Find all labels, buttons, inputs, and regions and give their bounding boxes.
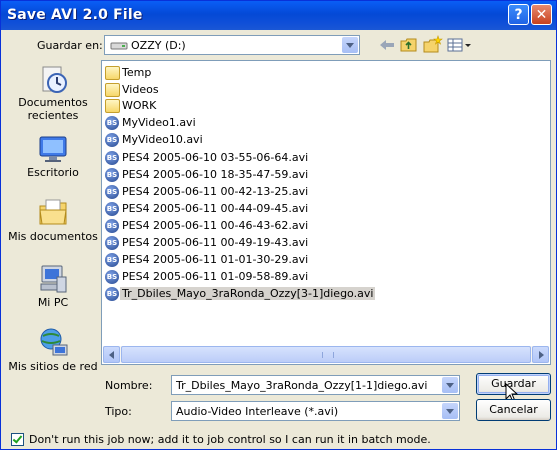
batch-mode-checkbox[interactable] xyxy=(11,433,24,446)
close-button[interactable]: ✕ xyxy=(531,4,552,25)
filename-input[interactable]: Tr_Dbiles_Mayo_3raRonda_Ozzy[1-1]diego.a… xyxy=(171,375,460,395)
filetype-label: Tipo: xyxy=(105,405,132,418)
scroll-left-button[interactable] xyxy=(103,346,120,363)
place-label: Documentos recientes xyxy=(18,96,88,122)
filename-value: Tr_Dbiles_Mayo_3raRonda_Ozzy[1-1]diego.a… xyxy=(176,379,428,392)
avi-file-icon: BS xyxy=(105,185,119,199)
file-name: PES4 2005-06-11 01-01-30-29.avi xyxy=(122,253,309,266)
help-button[interactable]: ? xyxy=(508,4,529,25)
file-name: MyVideo1.avi xyxy=(122,116,196,129)
file-name: PES4 2005-06-11 00-49-19-43.avi xyxy=(122,236,309,249)
list-item-folder[interactable]: Temp xyxy=(105,65,525,81)
avi-file-icon: BS xyxy=(105,253,119,267)
file-name: PES4 2005-06-11 00-42-13-25.avi xyxy=(122,185,309,198)
list-item-folder[interactable]: Videos xyxy=(105,82,525,98)
up-folder-button[interactable] xyxy=(398,35,420,55)
place-recent-documents[interactable]: Documentos recientes xyxy=(8,60,98,122)
list-item-file[interactable]: BS PES4 2005-06-11 00-46-43-62.avi xyxy=(105,218,525,234)
filename-label: Nombre: xyxy=(105,379,153,392)
file-name: PES4 2005-06-11 01-09-58-89.avi xyxy=(122,270,309,283)
new-folder-button[interactable] xyxy=(421,35,443,55)
avi-file-icon: BS xyxy=(105,202,119,216)
file-list[interactable]: Temp Videos WORK BS MyVideo1.avi BS MyVi… xyxy=(101,60,551,365)
list-item-file[interactable]: BS PES4 2005-06-11 00-49-19-43.avi xyxy=(105,235,525,251)
list-item-file[interactable]: BS PES4 2005-06-10 18-35-47-59.avi xyxy=(105,167,525,183)
avi-file-icon: BS xyxy=(105,219,119,233)
up-folder-icon xyxy=(400,38,417,52)
save-in-label: Guardar en: xyxy=(37,39,103,52)
avi-file-icon: BS xyxy=(105,270,119,284)
grip-icon xyxy=(322,352,334,358)
file-name: Tr_Dbiles_Mayo_3raRonda_Ozzy[3-1]diego.a… xyxy=(120,287,376,300)
avi-file-icon: BS xyxy=(105,236,119,250)
scroll-right-button[interactable] xyxy=(532,346,549,363)
back-arrow-icon xyxy=(380,40,394,50)
folder-icon xyxy=(105,66,120,80)
place-network[interactable]: Mis sitios de red xyxy=(8,324,98,384)
back-button[interactable] xyxy=(376,35,398,55)
file-name: Temp xyxy=(122,66,152,79)
list-item-file[interactable]: BS MyVideo10.avi xyxy=(105,132,525,148)
filetype-value: Audio-Video Interleave (*.avi) xyxy=(176,405,339,418)
my-documents-icon xyxy=(39,199,67,225)
list-item-file[interactable]: BS PES4 2005-06-10 03-55-06-64.avi xyxy=(105,150,525,166)
list-item-file[interactable]: BS PES4 2005-06-11 01-09-58-89.avi xyxy=(105,269,525,285)
chevron-down-icon[interactable] xyxy=(442,403,458,419)
place-my-computer[interactable]: Mi PC xyxy=(8,260,98,320)
file-name: MyVideo10.avi xyxy=(122,133,203,146)
avi-file-icon: BS xyxy=(105,133,119,147)
avi-file-icon: BS xyxy=(105,151,119,165)
views-icon xyxy=(447,38,471,52)
avi-file-icon: BS xyxy=(105,116,119,130)
title-bar[interactable]: Save AVI 2.0 File ? ✕ xyxy=(1,1,556,30)
avi-file-icon: BS xyxy=(105,168,119,182)
file-name: PES4 2005-06-11 00-46-43-62.avi xyxy=(122,219,309,232)
place-my-documents[interactable]: Mis documentos xyxy=(8,194,98,254)
place-desktop[interactable]: Escritorio xyxy=(8,130,98,190)
avi-file-icon: BS xyxy=(105,287,119,301)
file-name: PES4 2005-06-11 00-44-09-45.avi xyxy=(122,202,309,215)
desktop-icon xyxy=(39,136,67,162)
filetype-dropdown[interactable]: Audio-Video Interleave (*.avi) xyxy=(171,401,460,421)
scroll-thumb[interactable] xyxy=(121,346,531,363)
cancel-button[interactable]: Cancelar xyxy=(476,399,551,421)
file-name: WORK xyxy=(122,99,157,112)
batch-mode-label: Don't run this job now; add it to job co… xyxy=(29,433,431,446)
list-item-file[interactable]: BS PES4 2005-06-11 00-42-13-25.avi xyxy=(105,184,525,200)
file-name: Videos xyxy=(122,83,159,96)
drive-icon xyxy=(110,42,128,50)
my-computer-icon xyxy=(40,265,67,293)
chevron-down-icon[interactable] xyxy=(442,377,458,393)
new-folder-icon xyxy=(423,35,443,53)
network-places-icon xyxy=(40,328,68,356)
horizontal-scrollbar[interactable] xyxy=(103,346,549,363)
file-name: PES4 2005-06-10 18-35-47-59.avi xyxy=(122,168,309,181)
file-name: PES4 2005-06-10 03-55-06-64.avi xyxy=(122,151,309,164)
place-label: Mis sitios de red xyxy=(8,360,98,373)
views-menu-button[interactable] xyxy=(445,35,473,55)
places-bar: Documentos recientes Escritorio Mis docu… xyxy=(8,60,98,422)
place-label: Escritorio xyxy=(27,166,79,179)
list-item-file[interactable]: BS PES4 2005-06-11 01-01-30-29.avi xyxy=(105,252,525,268)
list-item-file[interactable]: BS PES4 2005-06-11 00-44-09-45.avi xyxy=(105,201,525,217)
chevron-down-icon[interactable] xyxy=(342,37,358,53)
list-item-file[interactable]: BS MyVideo1.avi xyxy=(105,115,525,131)
list-item-file-selected[interactable]: BS Tr_Dbiles_Mayo_3raRonda_Ozzy[3-1]dieg… xyxy=(105,286,525,302)
save-in-dropdown[interactable]: OZZY (D:) xyxy=(104,35,360,55)
folder-icon xyxy=(105,99,120,113)
recent-documents-icon xyxy=(42,66,67,93)
save-dialog: Save AVI 2.0 File ? ✕ Guardar en: OZZY (… xyxy=(0,0,557,450)
save-in-value: OZZY (D:) xyxy=(131,39,186,52)
window-title: Save AVI 2.0 File xyxy=(7,7,143,23)
folder-icon xyxy=(105,83,120,97)
place-label: Mis documentos xyxy=(8,230,98,243)
list-item-folder[interactable]: WORK xyxy=(105,98,525,114)
place-label: Mi PC xyxy=(37,296,69,309)
